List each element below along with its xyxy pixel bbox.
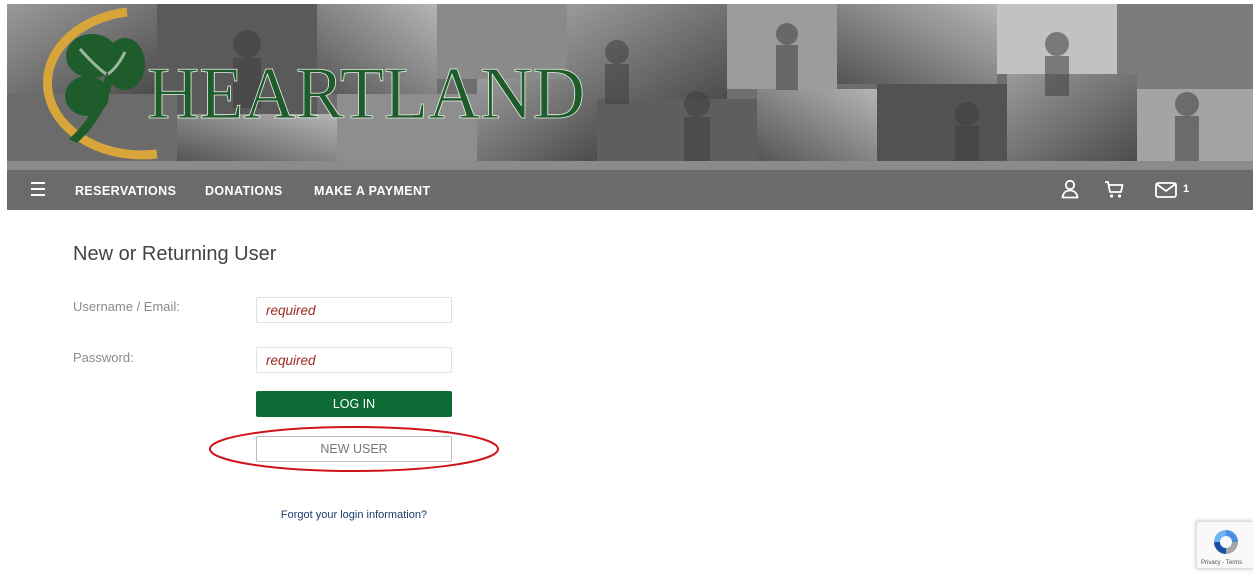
username-label: Username / Email:: [73, 299, 180, 314]
cart-icon[interactable]: [1104, 180, 1124, 199]
header-banner: HEARTLAND: [7, 4, 1253, 161]
brand-wordmark: HEARTLAND: [147, 53, 585, 135]
main-nav: RESERVATIONS DONATIONS MAKE A PAYMENT 1: [7, 170, 1253, 210]
page-title: New or Returning User: [73, 243, 277, 265]
password-input[interactable]: [256, 347, 452, 373]
nav-item-donations[interactable]: DONATIONS: [205, 184, 283, 198]
recaptcha-badge[interactable]: Privacy - Terms: [1196, 521, 1253, 569]
recaptcha-icon: [1214, 530, 1238, 554]
header-divider: [7, 161, 1253, 170]
user-icon[interactable]: [1061, 179, 1079, 199]
message-count-badge: 1: [1183, 183, 1190, 195]
forgot-login-link[interactable]: Forgot your login information?: [0, 509, 708, 521]
mail-icon[interactable]: [1155, 182, 1177, 198]
nav-item-reservations[interactable]: RESERVATIONS: [75, 184, 176, 198]
password-label: Password:: [73, 350, 134, 365]
username-input[interactable]: [256, 297, 452, 323]
login-button[interactable]: LOG IN: [256, 391, 452, 417]
recaptcha-terms[interactable]: Privacy - Terms: [1201, 560, 1242, 566]
menu-icon[interactable]: [31, 182, 45, 197]
photo-collage: HEARTLAND: [7, 4, 1253, 161]
new-user-button[interactable]: NEW USER: [256, 436, 452, 462]
nav-item-make-a-payment[interactable]: MAKE A PAYMENT: [314, 184, 431, 198]
